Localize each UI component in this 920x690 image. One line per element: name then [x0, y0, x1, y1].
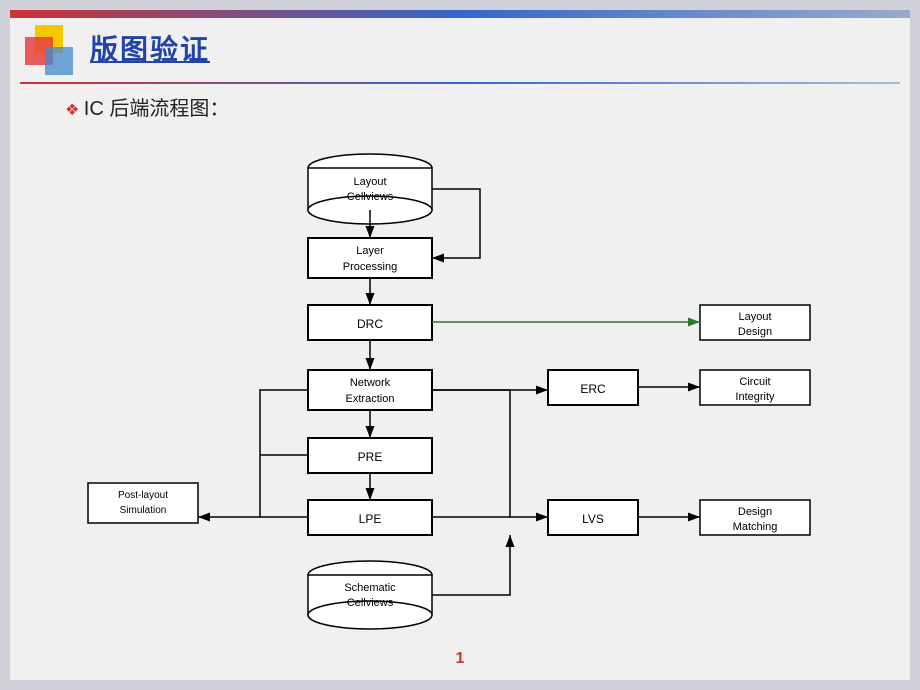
page-number: 1: [456, 650, 465, 668]
design-matching-label: Design: [738, 506, 772, 518]
layout-cellviews-label2: Cellviews: [347, 191, 394, 203]
flowchart-svg: Layout Cellviews Layer Processing DRC Ne…: [60, 125, 880, 645]
schematic-cellviews-label: Schematic: [344, 582, 396, 594]
layer-processing-label: Layer: [356, 245, 384, 257]
post-layout-sim-label2: Simulation: [120, 505, 167, 516]
layout-cellviews-label: Layout: [353, 176, 386, 188]
network-extraction-label: Network: [350, 377, 391, 389]
blue-square: [45, 47, 73, 75]
schematic-cellviews-label2: Cellviews: [347, 597, 394, 609]
circuit-integrity-label2: Integrity: [735, 391, 775, 403]
lvs-label: LVS: [582, 512, 604, 526]
flowchart-diagram: Layout Cellviews Layer Processing DRC Ne…: [60, 125, 880, 645]
circuit-integrity-label: Circuit: [739, 376, 770, 388]
layout-design-label2: Design: [738, 326, 772, 338]
slide-title: 版图验证: [90, 28, 210, 68]
layer-processing-label2: Processing: [343, 261, 397, 273]
layout-design-label: Layout: [738, 311, 771, 323]
pre-label: PRE: [358, 450, 383, 464]
post-layout-sim-label: Post-layout: [118, 490, 168, 501]
header-divider: [20, 82, 900, 84]
header-bar: [10, 10, 910, 18]
decorative-squares: [25, 25, 85, 80]
network-extraction-label2: Extraction: [346, 393, 395, 405]
design-matching-label2: Matching: [733, 521, 778, 533]
lpe-label: LPE: [359, 512, 382, 526]
erc-label: ERC: [580, 382, 606, 396]
drc-label: DRC: [357, 317, 383, 331]
slide: 版图验证 IC 后端流程图： Layout Cellviews Layer Pr…: [10, 10, 910, 680]
slide-subtitle: IC 后端流程图：: [65, 92, 229, 121]
